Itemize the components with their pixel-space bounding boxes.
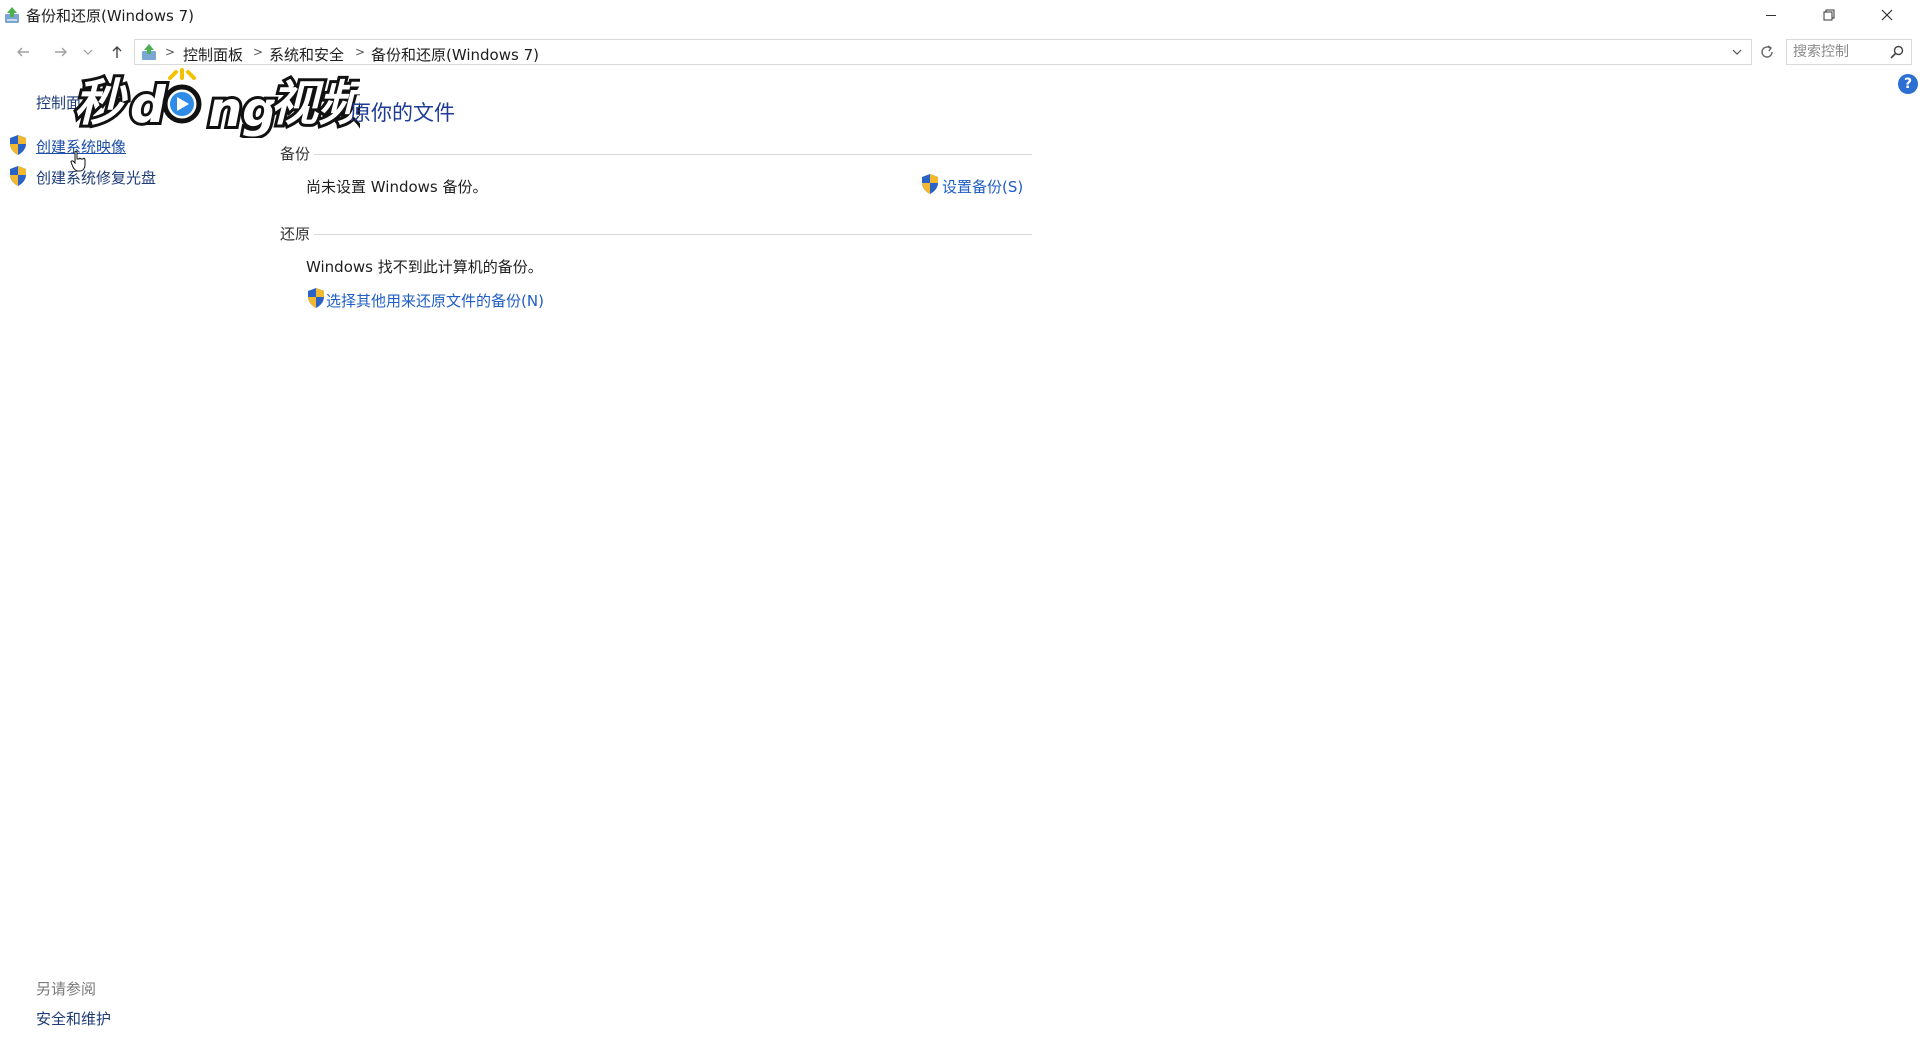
minimize-icon [1766, 15, 1776, 16]
refresh-icon [1761, 45, 1773, 58]
page-title: 原你的文件 [350, 101, 455, 125]
recent-locations-button[interactable] [78, 36, 98, 68]
breadcrumb-backup-restore[interactable]: 备份和还原(Windows 7) [371, 44, 539, 65]
breadcrumb-separator-icon: > [253, 45, 264, 59]
search-box [1786, 39, 1912, 65]
back-button[interactable] [8, 36, 38, 68]
restore-section-label: 还原 [280, 225, 311, 243]
shield-icon [922, 174, 938, 194]
title-bar: 备份和还原(Windows 7) [0, 0, 1920, 30]
arrow-right-icon [55, 47, 67, 57]
refresh-button[interactable] [1754, 39, 1780, 65]
search-icon[interactable] [1889, 44, 1905, 60]
section-divider [314, 154, 1032, 155]
breadcrumb-separator-icon: > [165, 45, 176, 59]
watermark-text: d [130, 76, 167, 134]
see-also-heading: 另请参阅 [36, 980, 97, 998]
arrow-left-icon [17, 47, 29, 57]
backup-restore-icon [5, 7, 19, 23]
breadcrumb-system-security[interactable]: 系统和安全 [269, 44, 344, 65]
section-divider [314, 234, 1032, 235]
security-maintenance-link[interactable]: 安全和维护 [36, 1008, 111, 1029]
close-icon [1881, 9, 1893, 21]
navigation-bar: > 控制面板 > 系统和安全 > 备份和还原(Windows 7) [0, 36, 1920, 68]
up-button[interactable] [102, 36, 132, 68]
shield-icon [10, 166, 26, 186]
chevron-down-icon [1732, 49, 1742, 55]
close-button[interactable] [1858, 0, 1916, 30]
address-bar[interactable]: > 控制面板 > 系统和安全 > 备份和还原(Windows 7) [134, 39, 1752, 65]
restore-button[interactable] [1800, 0, 1858, 30]
window-title: 备份和还原(Windows 7) [26, 7, 194, 25]
address-history-button[interactable] [1729, 43, 1745, 61]
watermark-text: ng [208, 82, 277, 138]
watermark-logo: 秒 d ng 视频 [70, 66, 377, 141]
restore-status-text: Windows 找不到此计算机的备份。 [306, 258, 543, 276]
help-button[interactable]: ? [1898, 74, 1918, 94]
minimize-button[interactable] [1742, 0, 1800, 30]
shield-icon [308, 288, 324, 308]
breadcrumb-control-panel[interactable]: 控制面板 [183, 44, 243, 65]
forward-button[interactable] [46, 36, 76, 68]
search-input[interactable] [1793, 42, 1883, 62]
arrow-up-icon [112, 46, 122, 58]
chevron-down-icon [83, 49, 93, 55]
select-other-backup-label[interactable]: 选择其他用来还原文件的备份(N) [326, 290, 544, 311]
breadcrumb-separator-icon: > [355, 45, 366, 59]
control-panel-icon [142, 44, 156, 60]
watermark-text: 视频 [270, 76, 360, 132]
setup-backup-label[interactable]: 设置备份(S) [942, 176, 1023, 197]
watermark-text: 秒 [74, 74, 128, 132]
sidebar-item-label[interactable]: 创建系统修复光盘 [36, 167, 156, 188]
backup-section-label: 备份 [280, 145, 311, 163]
shield-icon [10, 135, 26, 155]
backup-status-text: 尚未设置 Windows 备份。 [306, 178, 488, 196]
restore-icon [1823, 9, 1835, 21]
hand-cursor-icon [70, 150, 86, 172]
